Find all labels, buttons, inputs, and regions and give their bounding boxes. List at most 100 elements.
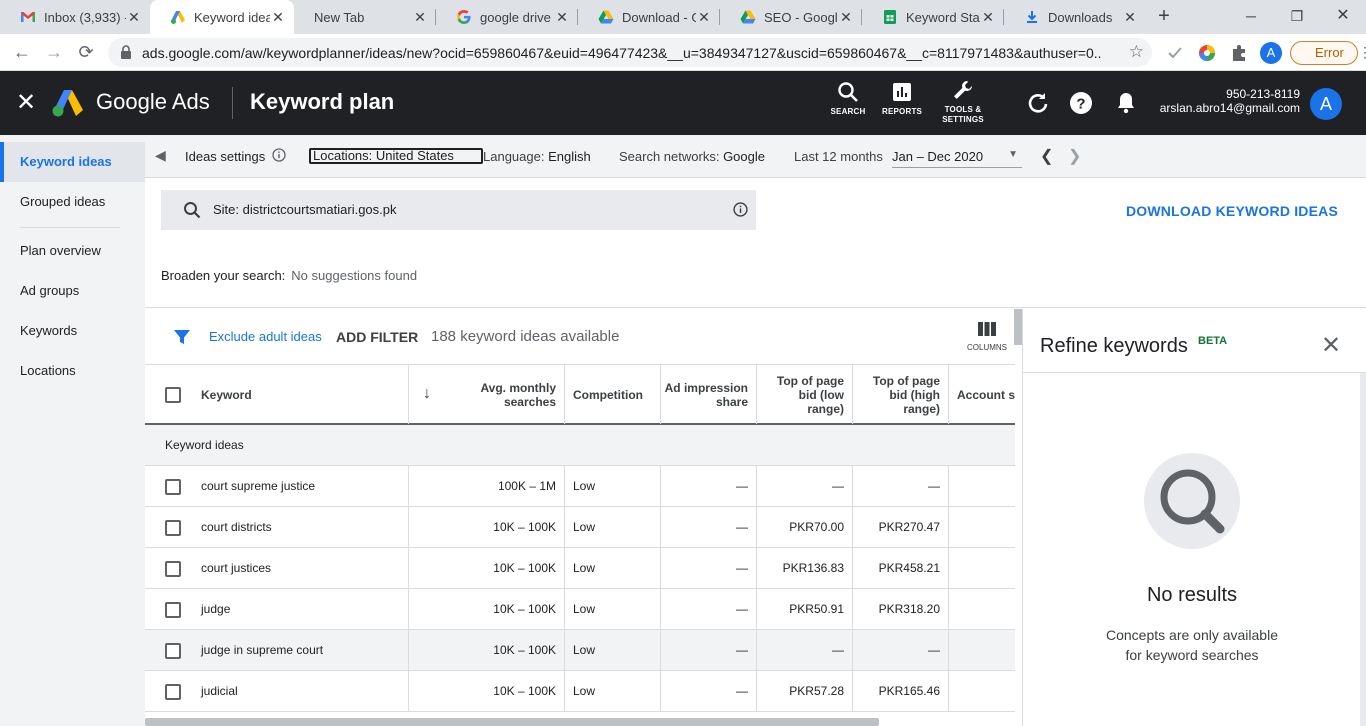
browser-tab-downloads[interactable]: Downloads ✕: [1004, 0, 1146, 34]
close-icon[interactable]: ✕: [1321, 331, 1341, 360]
error-button[interactable]: Error: [1290, 41, 1358, 65]
filter-icon[interactable]: [173, 328, 191, 351]
column-header-bid-high[interactable]: Top of page bid (high range): [853, 365, 949, 424]
info-icon[interactable]: [272, 148, 286, 165]
sidebar-item-ad-groups[interactable]: Ad groups: [0, 271, 145, 311]
filter-bar: Exclude adult ideas ADD FILTER 188 keywo…: [145, 309, 1015, 364]
cell-account-status: [949, 671, 1015, 711]
browser-tab-google-drive-search[interactable]: google drive - ✕: [436, 0, 578, 34]
row-checkbox[interactable]: [165, 601, 181, 618]
vertical-scrollbar[interactable]: [1014, 309, 1022, 345]
row-checkbox[interactable]: [165, 683, 181, 700]
extensions-puzzle-icon[interactable]: [1228, 42, 1250, 64]
refine-title: Refine keywords: [1040, 335, 1188, 357]
columns-button[interactable]: COLUMNS: [967, 321, 1007, 352]
close-plan-button[interactable]: ✕: [16, 89, 36, 117]
magnifier-icon: [1160, 469, 1225, 534]
column-header-avg-monthly-searches[interactable]: ↓ Avg. monthly searches: [409, 365, 565, 424]
close-icon[interactable]: ✕: [554, 9, 570, 26]
site-search-box[interactable]: Site: districtcourtsmatiari.gos.pk: [161, 190, 756, 230]
checkmark-extension-icon[interactable]: [1164, 42, 1186, 64]
close-icon[interactable]: ✕: [270, 9, 286, 26]
previous-period-icon[interactable]: ❮: [1040, 146, 1053, 166]
close-icon[interactable]: ✕: [980, 9, 996, 26]
browser-tab-keyword-ideas[interactable]: Keyword ideas ✕: [150, 0, 294, 34]
collapse-sidebar-icon[interactable]: ◀: [155, 147, 166, 164]
browser-tab-download[interactable]: Download - Gc ✕: [578, 0, 720, 34]
browser-tab-new-tab[interactable]: New Tab ✕: [294, 0, 436, 34]
sidebar-item-plan-overview[interactable]: Plan overview: [0, 231, 145, 271]
new-tab-button[interactable]: +: [1152, 5, 1176, 29]
reports-icon: [893, 83, 911, 101]
account-avatar[interactable]: A: [1310, 88, 1342, 120]
search-networks-setting[interactable]: Search networks: Google: [619, 149, 765, 164]
select-all-checkbox[interactable]: [165, 386, 181, 403]
row-checkbox[interactable]: [165, 642, 181, 659]
locations-setting[interactable]: Locations: United States: [309, 148, 483, 164]
browser-toolbar: ← → ⟳ ads.google.com/aw/keywordplanner/i…: [0, 34, 1366, 71]
column-header-bid-low[interactable]: Top of page bid (low range): [757, 365, 853, 424]
browser-tab-keyword-stats[interactable]: Keyword Stats ✕: [862, 0, 1004, 34]
browser-tab-gmail[interactable]: Inbox (3,933) - ✕: [0, 0, 150, 34]
color-extension-icon[interactable]: [1196, 42, 1218, 64]
info-icon[interactable]: [733, 202, 748, 222]
exclude-adult-ideas-link[interactable]: Exclude adult ideas: [209, 329, 322, 344]
row-checkbox[interactable]: [165, 519, 181, 536]
browser-menu-icon[interactable]: ⋮: [1358, 44, 1366, 61]
close-icon[interactable]: ✕: [838, 9, 854, 26]
sidebar-item-keywords[interactable]: Keywords: [0, 311, 145, 351]
reports-button[interactable]: REPORTS: [882, 81, 922, 116]
table-row[interactable]: court justices 10K – 100K Low — PKR136.83 PKR…: [145, 548, 1015, 589]
profile-avatar[interactable]: A: [1260, 42, 1282, 64]
date-range-dropdown[interactable]: Jan – Dec 2020 ▼: [892, 149, 1022, 168]
no-results-description: Concepts are only available for keyword …: [1083, 625, 1301, 665]
row-checkbox[interactable]: [165, 560, 181, 577]
help-icon[interactable]: ?: [1067, 89, 1095, 117]
table-row[interactable]: judicial 10K – 100K Low — PKR57.28 PKR165.46: [145, 671, 1015, 712]
add-filter-button[interactable]: ADD FILTER: [336, 329, 418, 345]
column-header-account-status[interactable]: Account st: [949, 365, 1015, 424]
minimize-button[interactable]: ─: [1228, 0, 1274, 34]
tools-settings-button[interactable]: TOOLS & SETTINGS: [940, 79, 986, 125]
address-bar[interactable]: ads.google.com/aw/keywordplanner/ideas/n…: [108, 38, 1152, 67]
close-window-button[interactable]: ✕: [1320, 0, 1366, 34]
sidebar-item-keyword-ideas[interactable]: Keyword ideas: [0, 142, 145, 182]
column-header-keyword[interactable]: Keyword: [145, 365, 409, 424]
forward-button[interactable]: →: [42, 40, 66, 64]
search-button[interactable]: SEARCH: [830, 81, 866, 116]
horizontal-scrollbar[interactable]: [145, 718, 879, 726]
browser-tab-seo[interactable]: SEO - Google I ✕: [720, 0, 862, 34]
back-button[interactable]: ←: [10, 40, 34, 64]
close-icon[interactable]: ✕: [1122, 9, 1138, 26]
broaden-value: No suggestions found: [291, 268, 418, 283]
refresh-icon[interactable]: [1024, 89, 1052, 117]
account-info[interactable]: 950-213-8119 arslan.abro14@gmail.com: [1160, 87, 1300, 115]
cell-ad-impression-share: —: [661, 630, 757, 670]
table-row[interactable]: judge 10K – 100K Low — PKR50.91 PKR318.20: [145, 589, 1015, 630]
table-row[interactable]: court districts 10K – 100K Low — PKR70.00 PKR…: [145, 507, 1015, 548]
notifications-bell-icon[interactable]: [1112, 89, 1140, 117]
next-period-icon[interactable]: ❯: [1068, 146, 1081, 166]
google-ads-icon: [170, 9, 186, 25]
language-setting[interactable]: Language: English: [483, 149, 591, 164]
table-row[interactable]: court supreme justice 100K – 1M Low — — —: [145, 466, 1015, 507]
restore-button[interactable]: ❐: [1274, 0, 1320, 34]
panel-scrollbar[interactable]: [1360, 373, 1366, 726]
download-keyword-ideas-button[interactable]: DOWNLOAD KEYWORD IDEAS: [1126, 203, 1338, 219]
cell-competition: Low: [565, 507, 661, 547]
sidebar-item-locations[interactable]: Locations: [0, 351, 145, 391]
sort-arrow-icon[interactable]: ↓: [423, 385, 431, 403]
column-header-ad-impression-share[interactable]: Ad impression share: [661, 365, 757, 424]
sidebar-item-grouped-ideas[interactable]: Grouped ideas: [0, 182, 145, 222]
wrench-icon: [954, 81, 972, 99]
close-icon[interactable]: ✕: [126, 9, 142, 26]
close-icon[interactable]: ✕: [412, 9, 428, 26]
row-checkbox[interactable]: [165, 478, 181, 495]
table-row[interactable]: judge in supreme court 10K – 100K Low — — —: [145, 630, 1015, 671]
cell-bid-high: —: [853, 630, 949, 670]
column-header-competition[interactable]: Competition: [565, 365, 661, 424]
bookmark-star-icon[interactable]: ☆: [1129, 42, 1144, 62]
keyword-header-label: Keyword: [201, 387, 252, 402]
reload-button[interactable]: ⟳: [74, 40, 98, 64]
close-icon[interactable]: ✕: [696, 9, 712, 26]
